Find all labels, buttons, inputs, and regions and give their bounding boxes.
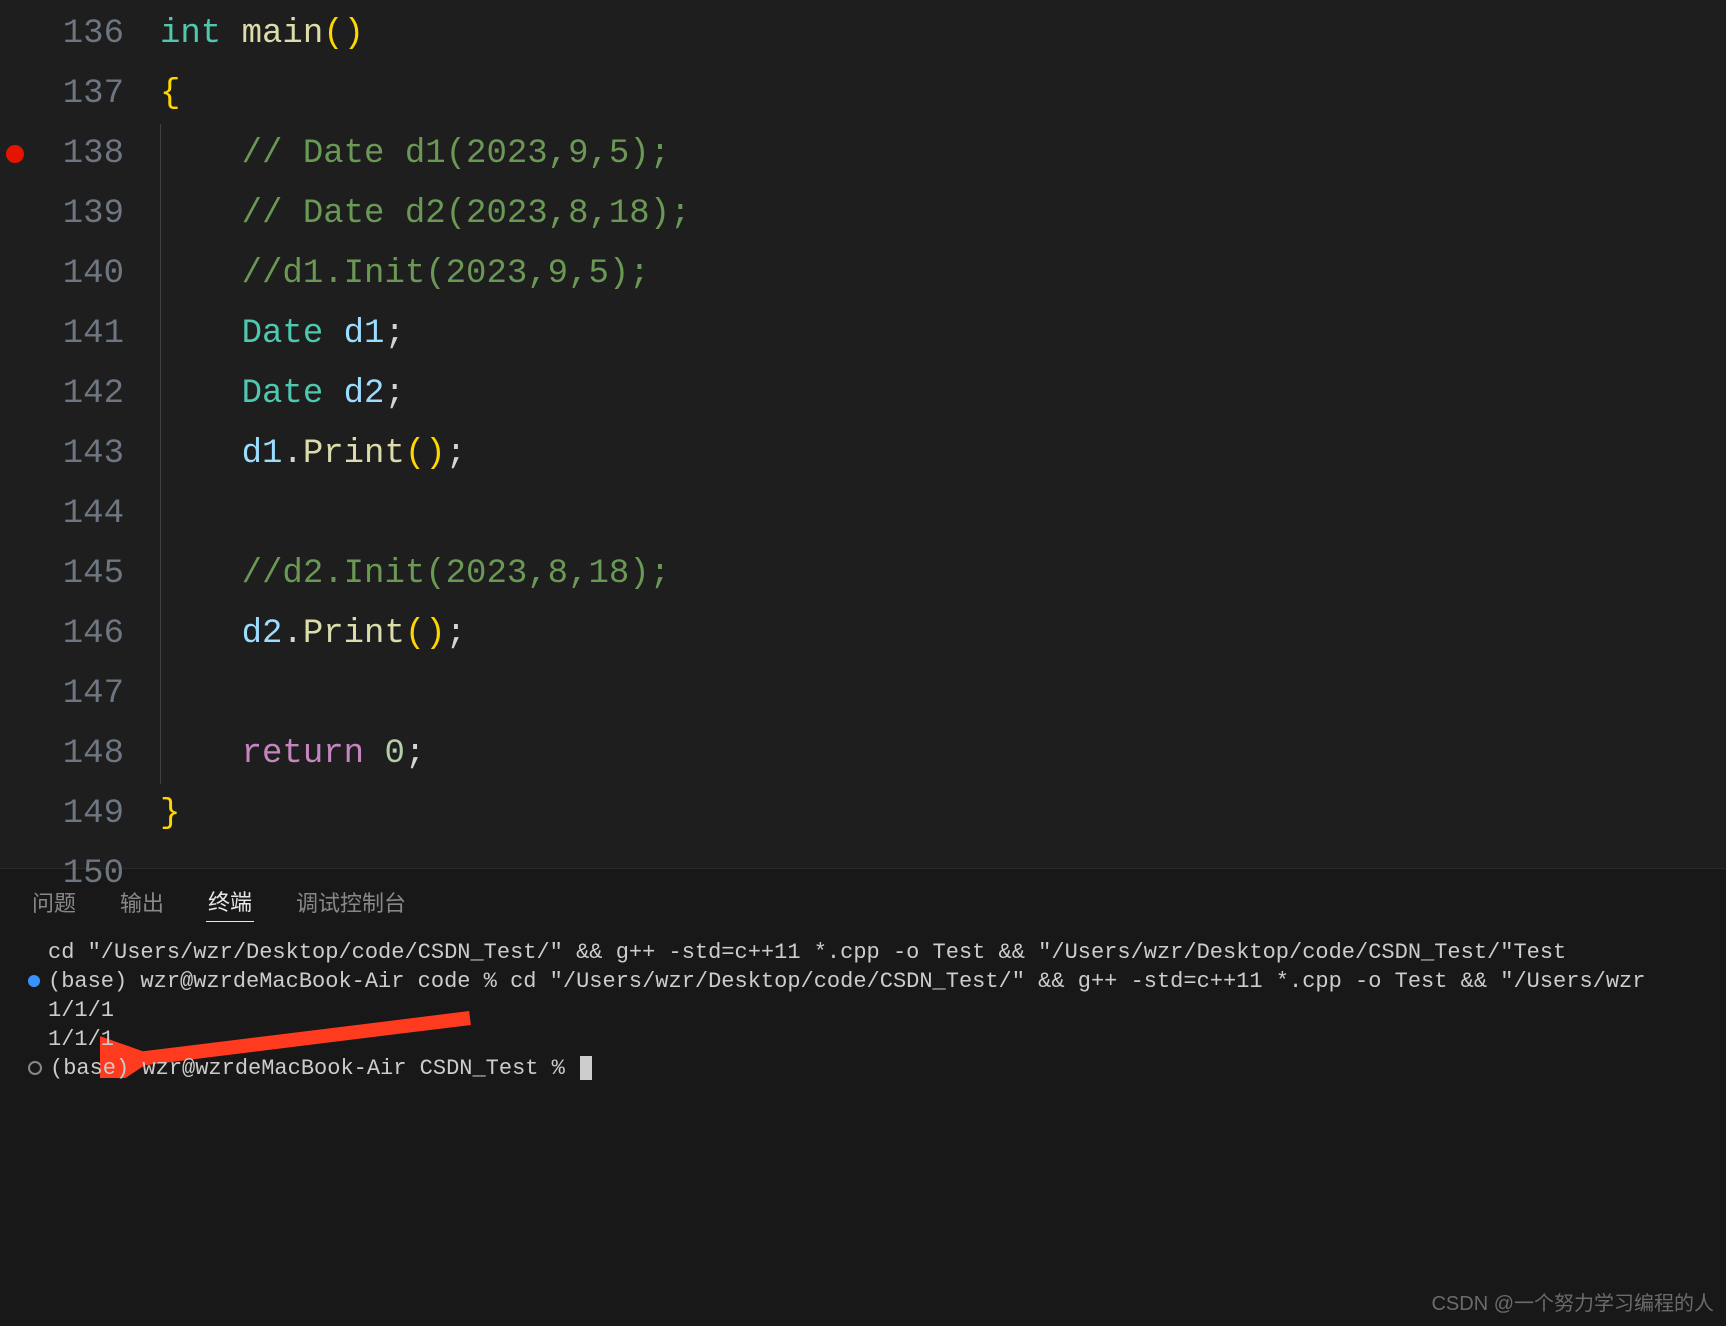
terminal-text: 1/1/1 (48, 1027, 114, 1052)
line-number: 139 (0, 184, 160, 244)
line-number: 143 (0, 424, 160, 484)
bottom-panel: 问题 输出 终端 调试控制台 cd "/Users/wzr/Desktop/co… (0, 868, 1726, 1326)
indent-guide (160, 244, 161, 304)
indent-guide (160, 424, 161, 484)
terminal-cursor (580, 1056, 592, 1080)
terminal-line: 1/1/1 (28, 996, 1698, 1025)
code-line[interactable]: } (160, 784, 1726, 844)
code-editor[interactable]: 1361371381391401411421431441451461471481… (0, 0, 1726, 868)
indent-guide (160, 304, 161, 364)
terminal-text: 1/1/1 (48, 998, 114, 1023)
terminal-line: (base) wzr@wzrdeMacBook-Air code % cd "/… (28, 967, 1698, 996)
terminal[interactable]: cd "/Users/wzr/Desktop/code/CSDN_Test/" … (0, 932, 1726, 1326)
terminal-text: (base) wzr@wzrdeMacBook-Air code % cd "/… (48, 969, 1645, 994)
indent-guide (160, 544, 161, 604)
code-area[interactable]: int main(){ // Date d1(2023,9,5); // Dat… (160, 0, 1726, 868)
code-line[interactable]: d1.Print(); (160, 424, 1726, 484)
code-line[interactable] (160, 664, 1726, 724)
terminal-line: cd "/Users/wzr/Desktop/code/CSDN_Test/" … (28, 938, 1698, 967)
code-line[interactable]: //d1.Init(2023,9,5); (160, 244, 1726, 304)
watermark: CSDN @一个努力学习编程的人 (1431, 1287, 1714, 1316)
code-line[interactable]: // Date d2(2023,8,18); (160, 184, 1726, 244)
code-line[interactable]: int main() (160, 4, 1726, 64)
indent-guide (160, 484, 161, 544)
code-line[interactable]: return 0; (160, 724, 1726, 784)
terminal-bullet-icon (28, 975, 40, 987)
line-number: 141 (0, 304, 160, 364)
code-line[interactable] (160, 484, 1726, 544)
vscode-window: 1361371381391401411421431441451461471481… (0, 0, 1726, 1326)
indent-guide (160, 184, 161, 244)
indent-guide (160, 664, 161, 724)
line-number: 142 (0, 364, 160, 424)
code-line[interactable]: d2.Print(); (160, 604, 1726, 664)
code-line[interactable]: { (160, 64, 1726, 124)
line-number: 148 (0, 724, 160, 784)
line-number: 136 (0, 4, 160, 64)
line-number: 146 (0, 604, 160, 664)
terminal-text: cd "/Users/wzr/Desktop/code/CSDN_Test/" … (48, 940, 1566, 965)
line-number: 144 (0, 484, 160, 544)
terminal-text: (base) wzr@wzrdeMacBook-Air CSDN_Test % (50, 1056, 578, 1081)
code-line[interactable] (160, 844, 1726, 904)
indent-guide (160, 124, 161, 184)
indent-guide (160, 364, 161, 424)
line-number: 145 (0, 544, 160, 604)
line-number: 140 (0, 244, 160, 304)
indent-guide (160, 604, 161, 664)
line-number-gutter: 1361371381391401411421431441451461471481… (0, 0, 160, 868)
line-number: 138 (0, 124, 160, 184)
indent-guide (160, 724, 161, 784)
code-line[interactable]: Date d1; (160, 304, 1726, 364)
code-line[interactable]: Date d2; (160, 364, 1726, 424)
terminal-bullet-icon (28, 1061, 42, 1075)
breakpoint-icon[interactable] (6, 145, 24, 163)
line-number: 147 (0, 664, 160, 724)
line-number: 150 (0, 844, 160, 904)
line-number: 149 (0, 784, 160, 844)
line-number: 137 (0, 64, 160, 124)
code-line[interactable]: // Date d1(2023,9,5); (160, 124, 1726, 184)
terminal-line: (base) wzr@wzrdeMacBook-Air CSDN_Test % (28, 1054, 1698, 1083)
code-line[interactable]: //d2.Init(2023,8,18); (160, 544, 1726, 604)
terminal-line: 1/1/1 (28, 1025, 1698, 1054)
